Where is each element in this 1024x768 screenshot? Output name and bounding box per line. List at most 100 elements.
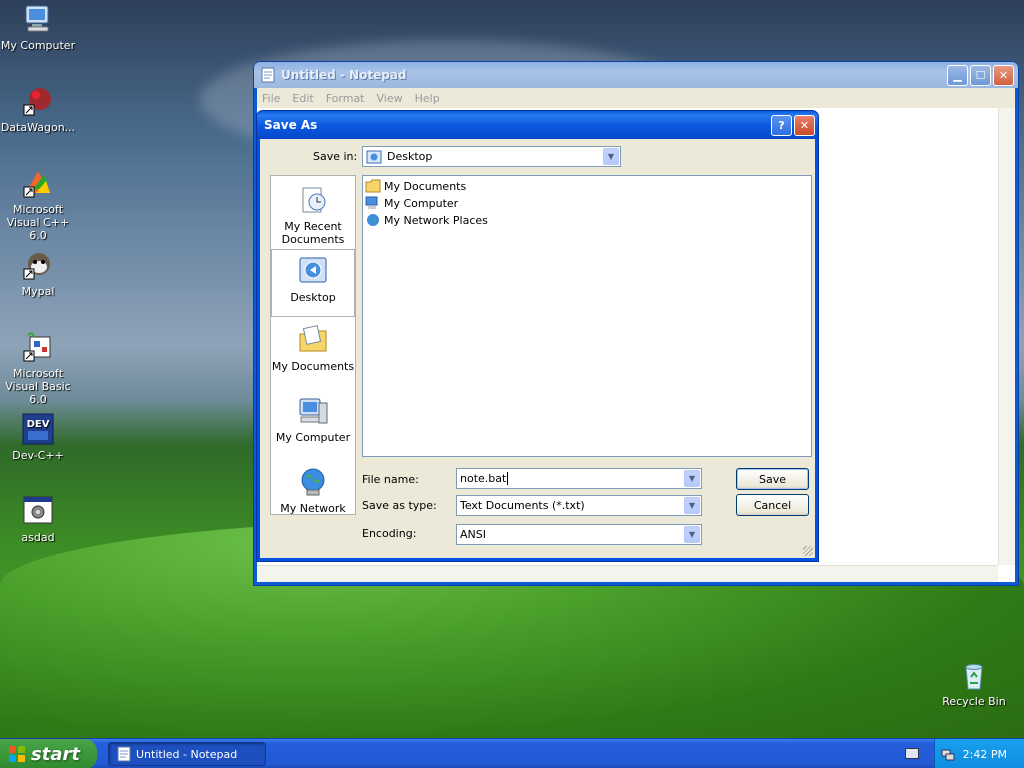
desktop-icon-label: Microsoft Visual C++ 6.0	[6, 203, 70, 242]
place-recent-documents[interactable]: My Recent Documents	[271, 184, 355, 246]
desktop-icon-mypal[interactable]: Mypal	[0, 248, 78, 298]
mypal-icon	[21, 248, 55, 282]
dialog-title-bar[interactable]: Save As ? ✕	[257, 111, 818, 139]
batch-file-icon	[21, 494, 55, 528]
save-in-value: Desktop	[387, 150, 433, 163]
network-status-icon[interactable]	[941, 747, 955, 761]
menu-help[interactable]: Help	[415, 92, 440, 105]
menu-edit[interactable]: Edit	[292, 92, 313, 105]
desktop-icon-datawagon[interactable]: DataWagon...	[0, 84, 78, 134]
network-globe-icon	[367, 214, 379, 226]
place-desktop[interactable]: Desktop	[271, 249, 355, 317]
maximize-button[interactable]: ☐	[970, 64, 991, 86]
file-name-value: note.bat	[460, 472, 507, 485]
notepad-app-icon	[261, 67, 275, 83]
desktop-icon-label: Recycle Bin	[942, 695, 1006, 708]
taskbar-item-label: Untitled - Notepad	[136, 747, 238, 761]
desktop-icon-label: DataWagon...	[0, 121, 76, 134]
save-as-dialog[interactable]: Save As ? ✕ Save in: Desktop ▼ ◀ ⇧ ▰ ▦▾ …	[256, 110, 819, 562]
desktop-icon-label: Microsoft Visual Basic 6.0	[5, 367, 71, 406]
my-documents-icon	[297, 324, 329, 356]
help-icon: ?	[778, 118, 785, 132]
computer-icon	[365, 196, 378, 209]
clock[interactable]: 2:42 PM	[963, 748, 1007, 761]
file-list[interactable]: My Documents My Computer My Network Plac…	[362, 175, 812, 457]
start-label: start	[31, 743, 80, 765]
start-button[interactable]: start	[0, 739, 97, 768]
menu-format[interactable]: Format	[326, 92, 365, 105]
taskbar-item-notepad[interactable]: Untitled - Notepad	[108, 742, 266, 766]
chevron-down-icon: ▼	[684, 470, 700, 487]
place-my-network[interactable]: My Network	[271, 466, 355, 515]
menu-file[interactable]: File	[262, 92, 280, 105]
close-button[interactable]: ✕	[993, 64, 1014, 86]
place-label: Desktop	[290, 291, 336, 304]
places-bar: My Recent Documents Desktop My Documents…	[270, 175, 356, 515]
dialog-close-button[interactable]: ✕	[794, 114, 815, 136]
minimize-icon: ▁	[953, 68, 962, 82]
minimize-button[interactable]: ▁	[947, 64, 968, 86]
place-label: My Computer	[275, 431, 351, 444]
dialog-title: Save As	[264, 118, 318, 132]
save-button[interactable]: Save	[736, 468, 809, 490]
desktop-place-icon	[297, 255, 329, 287]
desktop-icon-dev-cpp[interactable]: DEV Dev-C++	[0, 412, 78, 462]
horizontal-scrollbar[interactable]	[257, 565, 998, 582]
place-my-documents[interactable]: My Documents	[271, 324, 355, 373]
desktop-folder-icon	[366, 150, 382, 163]
recycle-bin-icon	[957, 658, 991, 692]
keyboard-icon[interactable]	[905, 748, 919, 759]
encoding-value: ANSI	[460, 528, 486, 541]
desktop-icon-asdad[interactable]: asdad	[0, 494, 78, 544]
file-name: My Computer	[384, 196, 459, 210]
desktop-icon-my-computer[interactable]: My Computer	[0, 2, 78, 52]
notepad-app-icon	[117, 746, 131, 762]
desktop-icon-label: My Computer	[0, 39, 76, 52]
maximize-icon: ☐	[975, 68, 986, 82]
save-in-dropdown[interactable]: Desktop ▼	[362, 146, 621, 167]
close-icon: ✕	[998, 68, 1009, 82]
desktop-icon-label: Mypal	[21, 285, 55, 298]
desktop-icon-label: Dev-C++	[12, 449, 64, 462]
save-type-value: Text Documents (*.txt)	[460, 499, 585, 512]
resize-grip-icon[interactable]	[803, 546, 813, 556]
taskbar: start Untitled - Notepad 2:42 PM	[0, 738, 1024, 768]
save-type-dropdown[interactable]: Text Documents (*.txt) ▼	[456, 495, 702, 516]
chevron-down-icon: ▼	[684, 526, 700, 543]
help-button[interactable]: ?	[771, 114, 792, 136]
desktop-icon-recycle-bin[interactable]: Recycle Bin	[934, 658, 1014, 708]
cancel-button[interactable]: Cancel	[736, 494, 809, 516]
datawagon-icon	[21, 84, 55, 118]
notepad-menu-bar: File Edit Format View Help	[257, 88, 1015, 108]
place-my-computer[interactable]: My Computer	[271, 395, 355, 444]
close-icon: ✕	[799, 118, 810, 132]
file-name-input[interactable]: note.bat ▼	[456, 468, 702, 489]
windows-logo-icon	[9, 746, 25, 762]
save-type-label: Save as type:	[362, 499, 437, 512]
file-name: My Documents	[384, 179, 467, 193]
desktop-icon-visual-basic[interactable]: Microsoft Visual Basic 6.0	[0, 330, 78, 406]
list-item[interactable]: My Documents	[365, 178, 466, 194]
file-name-label: File name:	[362, 473, 419, 486]
visual-basic-icon	[21, 330, 55, 364]
visual-cpp-icon	[21, 166, 55, 200]
list-item[interactable]: My Network Places	[365, 212, 488, 228]
network-globe-icon	[297, 466, 329, 498]
my-computer-icon	[297, 395, 329, 427]
encoding-dropdown[interactable]: ANSI ▼	[456, 524, 702, 545]
chevron-down-icon: ▼	[603, 148, 619, 165]
notepad-title-bar[interactable]: Untitled - Notepad ▁ ☐ ✕	[254, 62, 1018, 88]
vertical-scrollbar[interactable]	[998, 108, 1015, 565]
list-item[interactable]: My Computer	[365, 195, 458, 211]
menu-view[interactable]: View	[377, 92, 403, 105]
system-tray: 2:42 PM	[934, 739, 1024, 768]
desktop-icon-visual-cpp[interactable]: Microsoft Visual C++ 6.0	[0, 166, 78, 242]
save-in-label: Save in:	[313, 150, 358, 163]
place-label: My Network	[280, 502, 346, 515]
dialog-body: Save in: Desktop ▼ ◀ ⇧ ▰ ▦▾ My Recent Do…	[260, 139, 815, 558]
place-label: My Documents	[271, 360, 355, 373]
computer-icon	[21, 2, 55, 36]
notepad-title: Untitled - Notepad	[281, 68, 407, 82]
svg-text:DEV: DEV	[27, 419, 50, 430]
desktop-icon-label: asdad	[21, 531, 55, 544]
